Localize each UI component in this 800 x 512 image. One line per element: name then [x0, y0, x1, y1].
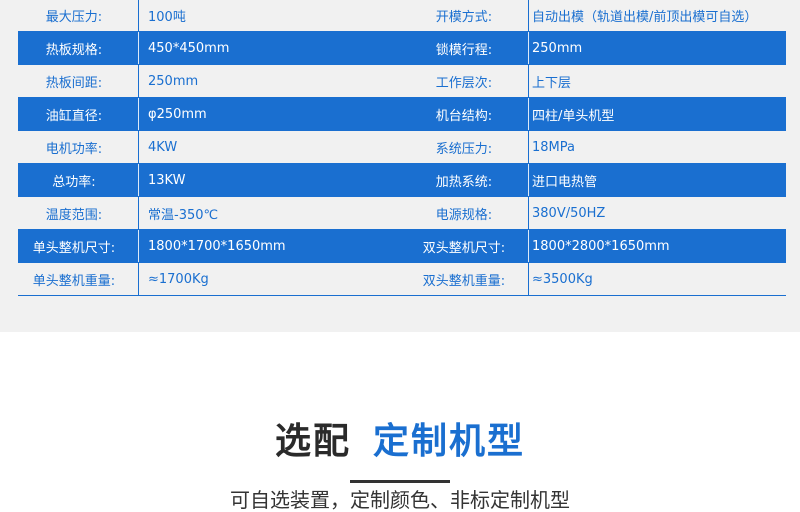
column-divider — [138, 197, 139, 229]
spec-label: 锁模行程: — [435, 42, 493, 58]
spec-value: 进口电热管 — [532, 174, 598, 190]
column-divider — [138, 263, 139, 295]
section-subtitle: 可自选装置，定制颜色、非标定制机型 — [230, 488, 570, 512]
section-heading-prefix: 选配 — [274, 421, 351, 462]
spec-label: 电机功率: — [45, 141, 103, 157]
spec-label: 加热系统: — [435, 174, 493, 190]
spec-value: 18MPa — [532, 139, 575, 155]
spec-label: 油缸直径: — [45, 108, 103, 124]
spec-value: φ250mm — [148, 106, 207, 122]
column-divider — [138, 0, 139, 31]
spec-label: 双头整机重量: — [422, 273, 506, 289]
section-heading-highlight: 定制机型 — [373, 421, 526, 462]
spec-label: 最大压力: — [45, 10, 103, 25]
spec-value: 4KW — [148, 139, 178, 155]
spec-value: 1800*2800*1650mm — [532, 238, 670, 254]
column-divider — [138, 65, 139, 97]
column-divider — [528, 197, 529, 229]
column-divider — [528, 65, 529, 97]
spec-row: 最大压力: 100吨 开模方式: 自动出模（轨道出模/前顶出模可自选） — [18, 0, 786, 32]
spec-label: 总功率: — [52, 174, 96, 190]
spec-label: 单头整机重量: — [32, 273, 116, 289]
spec-value: ≈1700Kg — [148, 271, 209, 287]
spec-value: 250mm — [148, 73, 199, 89]
heading-underline — [350, 480, 450, 483]
spec-value: 380V/50HZ — [532, 205, 606, 221]
spec-label: 温度范围: — [45, 207, 103, 223]
column-divider — [138, 230, 139, 262]
spec-row: 热板间距: 250mm 工作层次: 上下层 — [18, 65, 786, 98]
column-divider — [528, 32, 529, 64]
spec-value: 1800*1700*1650mm — [148, 238, 286, 254]
spec-label: 机台结构: — [435, 108, 493, 124]
spec-row: 单头整机重量: ≈1700Kg 双头整机重量: ≈3500Kg — [18, 263, 786, 296]
spec-row: 总功率: 13KW 加热系统: 进口电热管 — [18, 164, 786, 197]
column-divider — [528, 263, 529, 295]
spec-label: 单头整机尺寸: — [32, 240, 116, 256]
column-divider — [138, 164, 139, 196]
column-divider — [528, 131, 529, 163]
spec-value: 上下层 — [532, 75, 572, 91]
spec-value: 250mm — [532, 40, 583, 56]
column-divider — [528, 98, 529, 130]
column-divider — [528, 230, 529, 262]
spec-label: 热板规格: — [45, 42, 103, 58]
spec-table: 最大压力: 100吨 开模方式: 自动出模（轨道出模/前顶出模可自选） 热板规格… — [18, 0, 786, 296]
spec-row: 油缸直径: φ250mm 机台结构: 四柱/单头机型 — [18, 98, 786, 131]
spec-value: 100吨 — [148, 10, 186, 25]
spec-label: 系统压力: — [435, 141, 493, 157]
spec-row: 温度范围: 常温-350℃ 电源规格: 380V/50HZ — [18, 197, 786, 230]
spec-row: 热板规格: 450*450mm 锁模行程: 250mm — [18, 32, 786, 65]
spec-label: 工作层次: — [435, 75, 493, 91]
spec-row: 单头整机尺寸: 1800*1700*1650mm 双头整机尺寸: 1800*28… — [18, 230, 786, 263]
spec-value: 13KW — [148, 172, 186, 188]
spec-value: ≈3500Kg — [532, 271, 593, 287]
column-divider — [138, 131, 139, 163]
spec-label: 电源规格: — [435, 207, 493, 223]
spec-value: 常温-350℃ — [148, 207, 219, 223]
spec-value: 自动出模（轨道出模/前顶出模可自选） — [532, 10, 758, 25]
spec-label: 开模方式: — [435, 10, 493, 25]
spec-label: 双头整机尺寸: — [422, 240, 506, 256]
section-heading: 选配 定制机型 — [0, 412, 800, 464]
column-divider — [138, 98, 139, 130]
column-divider — [528, 164, 529, 196]
spec-panel: 最大压力: 100吨 开模方式: 自动出模（轨道出模/前顶出模可自选） 热板规格… — [0, 0, 800, 332]
column-divider — [138, 32, 139, 64]
spec-label: 热板间距: — [45, 75, 103, 91]
spec-row: 电机功率: 4KW 系统压力: 18MPa — [18, 131, 786, 164]
spec-value: 450*450mm — [148, 40, 230, 56]
spec-value: 四柱/单头机型 — [532, 108, 615, 124]
column-divider — [528, 0, 529, 31]
